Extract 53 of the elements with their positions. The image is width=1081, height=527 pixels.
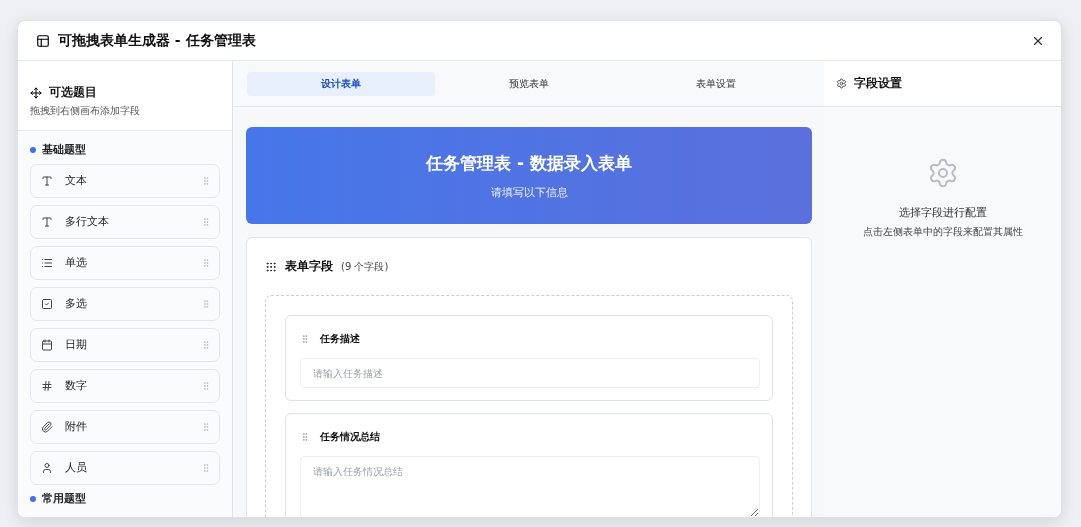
sidebar-title: 可选题目 (49, 85, 97, 100)
calendar-icon (41, 339, 53, 351)
field-type-item[interactable]: 数字 (30, 369, 220, 403)
form-field-card[interactable]: 任务描述 请输入任务描述 (285, 315, 773, 401)
text-icon (41, 175, 53, 187)
banner-subtitle: 请填写以下信息 (490, 184, 568, 200)
field-type-item[interactable]: 人员 (30, 451, 220, 485)
field-type-item[interactable]: 日期 (30, 328, 220, 362)
field-type-item[interactable]: 文本 (30, 164, 220, 198)
drag-handle-icon (201, 299, 211, 309)
banner-title: 任务管理表 - 数据录入表单 (426, 151, 632, 175)
group-title: 基础题型 (42, 143, 86, 157)
tab[interactable]: 设计表单 (247, 71, 435, 96)
drag-handle-icon (201, 381, 211, 391)
layout-icon (36, 33, 50, 48)
group-dot (30, 147, 36, 153)
empty-hint: 点击左侧表单中的字段来配置其属性 (862, 226, 1023, 239)
drag-handle-icon (201, 258, 211, 268)
drag-handle-icon (201, 422, 211, 432)
move-icon (30, 86, 42, 99)
paperclip-icon (41, 421, 53, 433)
grip-icon (265, 260, 277, 273)
tab[interactable]: 预览表单 (434, 71, 623, 96)
input-field[interactable]: 请输入任务描述 (300, 358, 760, 388)
window-title: 可拖拽表单生成器 - 任务管理表 (58, 31, 257, 50)
drag-handle-icon (201, 463, 211, 473)
drag-handle-icon (300, 334, 310, 344)
textarea-field[interactable]: 请输入任务情况总结 (300, 456, 760, 517)
list-icon (41, 257, 53, 269)
checkbox-icon (41, 298, 53, 310)
tab[interactable]: 表单设置 (622, 71, 810, 96)
person-icon (41, 462, 53, 474)
field-label: 任务情况总结 (320, 430, 380, 444)
field-label: 任务描述 (320, 332, 360, 346)
field-type-item[interactable]: 多选 (30, 287, 220, 321)
drag-handle-icon (300, 432, 310, 442)
field-type-item[interactable]: 多行文本 (30, 205, 220, 239)
card-title: 表单字段 (285, 258, 333, 275)
drag-handle-icon (201, 176, 211, 186)
panel-title: 字段设置 (854, 76, 902, 91)
drag-handle-icon (201, 340, 211, 350)
empty-title: 选择字段进行配置 (898, 205, 987, 220)
settings-icon (836, 78, 847, 89)
form-field-card[interactable]: 任务情况总结 请输入任务情况总结 (285, 413, 773, 517)
sidebar-subtitle: 拖拽到右侧画布添加字段 (30, 104, 141, 118)
hash-icon (41, 380, 53, 392)
group-title: 常用题型 (42, 492, 86, 506)
text-icon (41, 216, 53, 228)
field-type-item[interactable]: 单选 (30, 246, 220, 280)
field-type-item[interactable]: 附件 (30, 410, 220, 444)
group-dot (30, 496, 36, 502)
drag-handle-icon (201, 217, 211, 227)
field-count: (9 个字段) (341, 259, 389, 274)
